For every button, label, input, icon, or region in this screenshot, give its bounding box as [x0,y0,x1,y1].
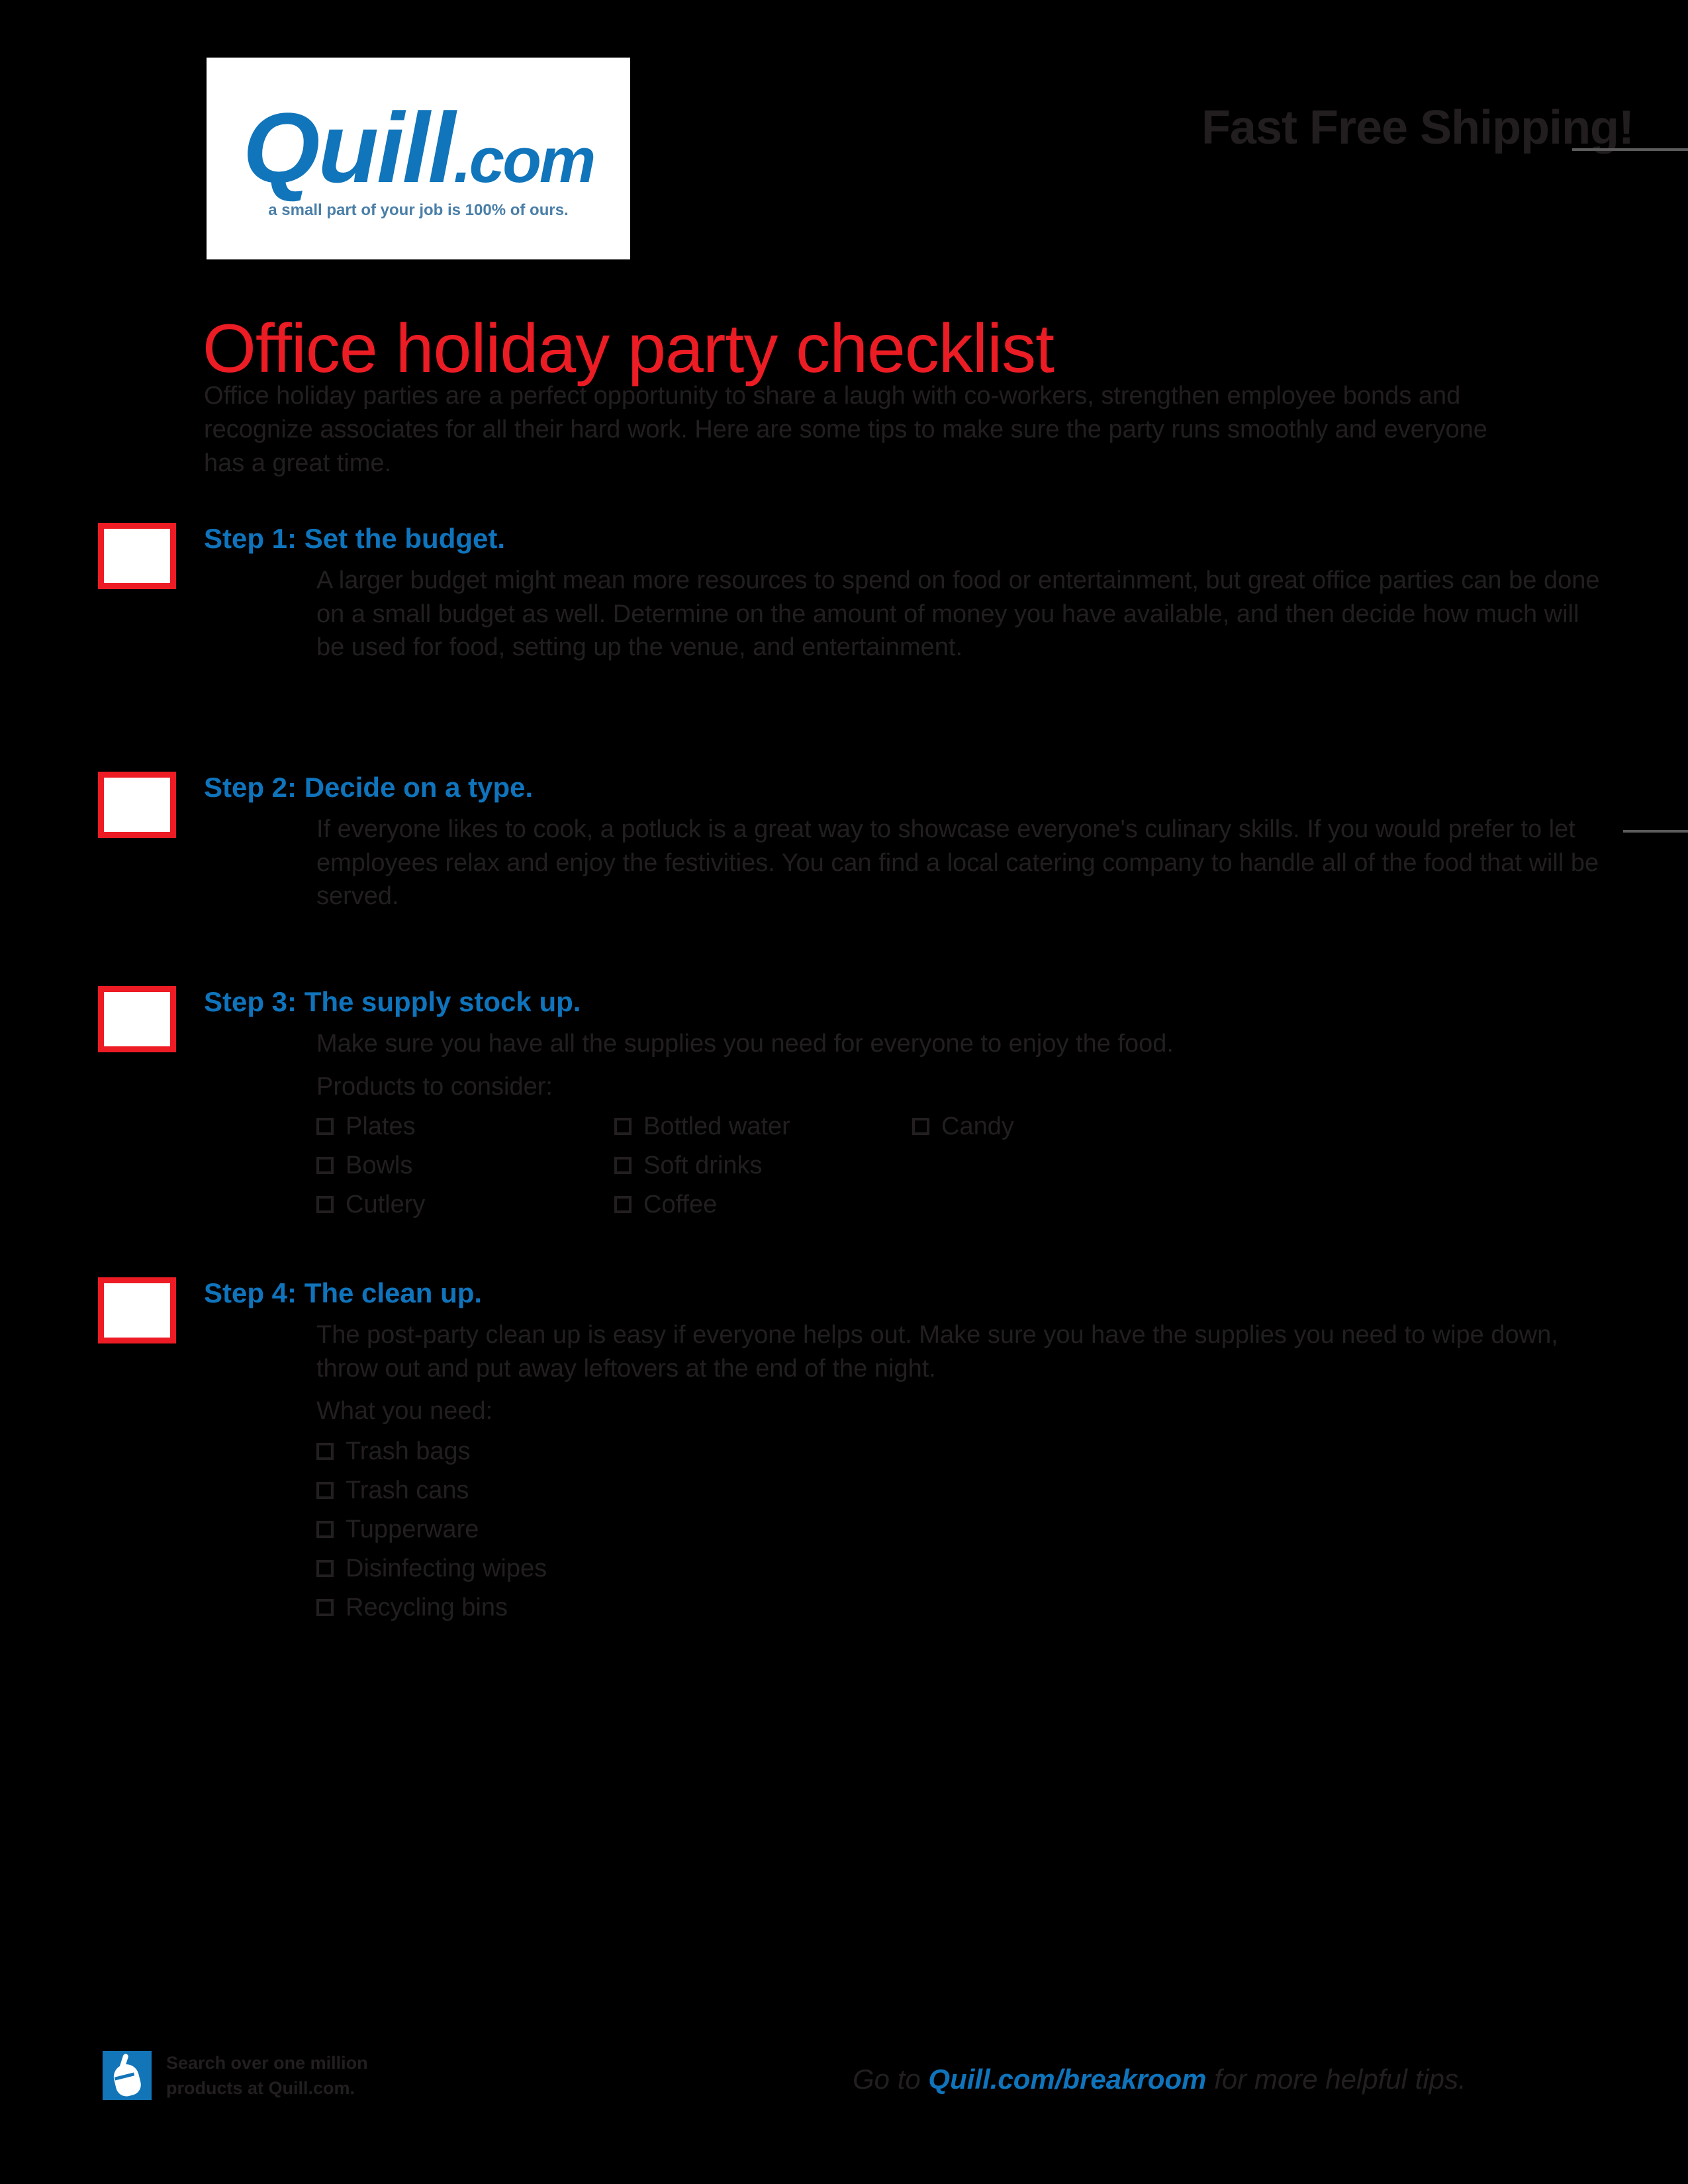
footer-search-block: Search over one million products at Quil… [103,2050,368,2101]
list-item-label: Bowls [346,1152,413,1180]
list-item[interactable]: Candy [912,1114,1098,1139]
product-column-2: Bottled water Soft drinks Coffee [614,1114,800,1231]
list-item[interactable]: Bowls [316,1153,502,1178]
step-3-checkbox[interactable] [98,986,176,1052]
checkbox-icon[interactable] [614,1196,632,1214]
list-item[interactable]: Plates [316,1114,502,1139]
document-page: Quill.com a small part of your job is 10… [0,0,1688,2184]
quill-logo[interactable]: Quill.com a small part of your job is 10… [207,58,630,259]
step-3-heading: Step 3: The supply stock up. [204,986,581,1017]
logo-word-dotcom: .com [453,124,596,196]
list-item-label: Trash bags [346,1437,471,1465]
checkbox-icon[interactable] [316,1481,334,1499]
intro-paragraph: Office holiday parties are a perfect opp… [204,382,1487,477]
step-4-text: The post-party clean up is easy if every… [316,1321,1558,1383]
checkbox-icon[interactable] [912,1118,929,1136]
step-4-needs-list: Trash bags Trash cans Tupperware Disinfe… [316,1439,1607,1620]
list-item[interactable]: Soft drinks [614,1153,800,1178]
mouse-icon [103,2051,152,2101]
step-1-checkbox[interactable] [98,523,176,589]
list-item[interactable]: Trash bags [316,1439,1607,1464]
list-item[interactable]: Tupperware [316,1517,1607,1542]
list-item[interactable]: Cutlery [316,1192,502,1217]
list-item[interactable]: Disinfecting wipes [316,1556,1607,1581]
checkbox-icon[interactable] [316,1598,334,1616]
page-title: Office holiday party checklist [203,310,1055,387]
checkbox-icon[interactable] [316,1118,334,1136]
list-item[interactable]: Bottled water [614,1114,800,1139]
list-item-label: Disinfecting wipes [346,1554,547,1582]
checkbox-icon[interactable] [316,1196,334,1214]
mouse-body [111,2062,144,2099]
step-2-checkbox[interactable] [98,772,176,838]
list-item-label: Plates [346,1113,416,1141]
logo-word-quill: Quill [242,91,455,203]
product-column-1: Plates Bowls Cutlery [316,1114,502,1231]
footer-breakroom-cta: Go to Quill.com/breakroom for more helpf… [853,2064,1466,2095]
footer-left-text: Search over one million products at Quil… [166,2050,368,2101]
footer-left-line-2: products at Quill.com. [166,2078,355,2099]
step-4-checkbox[interactable] [98,1277,176,1343]
list-item-label: Trash cans [346,1476,469,1504]
checkbox-icon[interactable] [614,1118,632,1136]
breakroom-link[interactable]: Quill.com/breakroom [928,2064,1206,2095]
footer-left-line-1: Search over one million [166,2053,368,2073]
list-item[interactable]: Coffee [614,1192,800,1217]
product-column-3: Candy [912,1114,1098,1231]
step-3-text: Make sure you have all the supplies you … [316,1030,1174,1058]
mid-rule [1623,830,1688,833]
checkbox-icon[interactable] [316,1520,334,1538]
list-item-label: Coffee [643,1191,718,1219]
logo-tagline: a small part of your job is 100% of ours… [268,201,569,219]
logo-wordmark: Quill.com [243,98,596,197]
checkbox-icon[interactable] [316,1442,334,1460]
step-2-text: If everyone likes to cook, a potluck is … [316,815,1599,911]
list-item-label: Cutlery [346,1191,426,1219]
header-rule [1572,148,1688,151]
step-3-sub-label: Products to consider: [316,1072,553,1101]
list-item-label: Soft drinks [643,1152,763,1180]
checkbox-icon[interactable] [316,1559,334,1577]
list-item-label: Tupperware [346,1515,479,1543]
checkbox-icon[interactable] [614,1157,632,1175]
list-item[interactable]: Trash cans [316,1478,1607,1503]
footer-cta-suffix: for more helpful tips. [1206,2064,1466,2095]
step-2-heading: Step 2: Decide on a type. [204,772,534,803]
footer-cta-prefix: Go to [853,2064,929,2095]
list-item-label: Recycling bins [346,1593,508,1621]
list-item[interactable]: Recycling bins [316,1595,1607,1620]
step-4-sub-label: What you need: [316,1397,493,1426]
step-3-product-columns: Plates Bowls Cutlery Bottled water Soft … [316,1114,1607,1231]
promo-fast-free-shipping: Fast Free Shipping! [1201,101,1634,154]
step-1-heading: Step 1: Set the budget. [204,523,506,554]
step-1-text: A larger budget might mean more resource… [316,567,1600,662]
list-item-label: Bottled water [643,1113,790,1141]
checkbox-icon[interactable] [316,1157,334,1175]
step-4-heading: Step 4: The clean up. [204,1277,483,1308]
list-item-label: Candy [941,1113,1014,1141]
